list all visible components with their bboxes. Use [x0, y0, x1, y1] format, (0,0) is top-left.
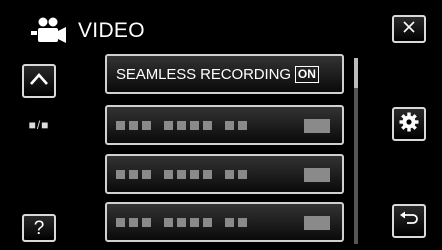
menu-item[interactable]: [105, 105, 344, 145]
close-button[interactable]: [392, 15, 426, 43]
return-arrow-icon: [399, 210, 419, 233]
close-icon: [401, 19, 417, 40]
help-label: ?: [33, 217, 45, 239]
menu-item[interactable]: [105, 154, 344, 194]
video-camera-icon: [30, 16, 70, 46]
placeholder-value: [304, 119, 330, 133]
page-title: VIDEO: [78, 19, 145, 42]
menu-screen: VIDEO ■/■ ? SEAMLESS RECORDING ON: [0, 0, 442, 250]
placeholder-value: [304, 168, 330, 182]
menu-item[interactable]: [105, 202, 344, 242]
header: VIDEO: [30, 14, 145, 48]
page-indicator: ■/■: [28, 118, 50, 132]
back-button[interactable]: [392, 204, 426, 238]
help-button[interactable]: ?: [22, 214, 56, 242]
scrollbar-thumb[interactable]: [354, 58, 358, 88]
placeholder-value: [304, 216, 330, 230]
chevron-up-icon: [29, 72, 49, 91]
gear-icon: [398, 111, 420, 138]
menu-item-label: SEAMLESS RECORDING: [116, 65, 291, 83]
setting-value-badge: ON: [294, 65, 319, 83]
settings-button[interactable]: [392, 107, 426, 141]
scroll-up-button[interactable]: [22, 64, 56, 98]
menu-item-seamless-recording[interactable]: SEAMLESS RECORDING ON: [105, 54, 344, 94]
